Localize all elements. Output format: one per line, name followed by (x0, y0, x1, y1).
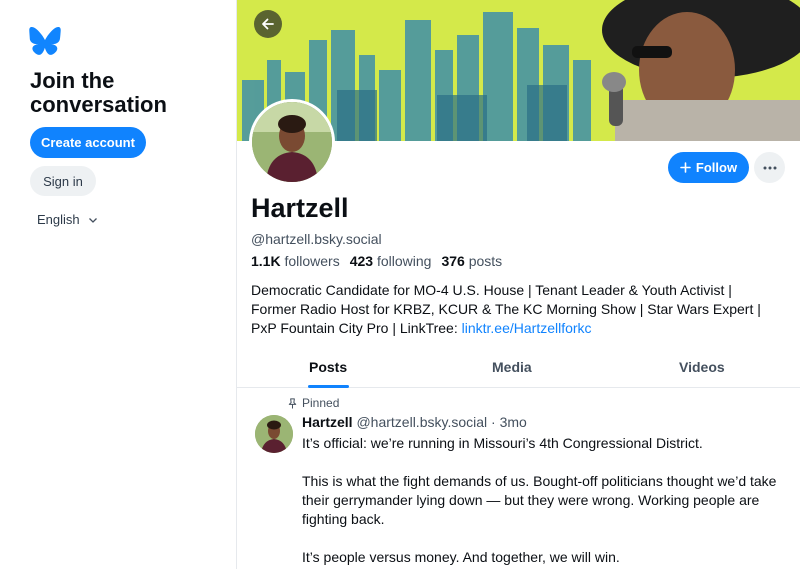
profile-avatar[interactable] (249, 99, 335, 185)
arrow-left-icon (262, 18, 274, 30)
language-selector[interactable]: English (37, 212, 98, 227)
following-label: following (376, 253, 432, 269)
profile-display-name: Hartzell (251, 193, 349, 223)
bio-line: Democratic Candidate for MO-4 U.S. House… (251, 282, 732, 298)
following-stat[interactable]: 423 following (350, 253, 432, 269)
plus-icon (680, 162, 691, 173)
post-header: Hartzell @hartzell.bsky.social · 3mo (302, 414, 527, 430)
active-tab-indicator (308, 385, 349, 388)
chevron-down-icon (88, 217, 97, 223)
tab-videos[interactable]: Videos (679, 359, 725, 375)
sign-in-button[interactable]: Sign in (30, 166, 96, 196)
ellipsis-icon (763, 166, 776, 169)
back-button[interactable] (254, 10, 282, 38)
profile-main: Follow Hartzell @hartzell.bsky.social 1.… (237, 0, 800, 569)
linktree-link[interactable]: linktr.ee/Hartzellforkc (462, 320, 592, 336)
profile-stats: 1.1K followers 423 following 376 posts (251, 253, 502, 269)
tab-posts[interactable]: Posts (309, 359, 347, 375)
bio-text: PxP Fountain City Pro | LinkTree: (251, 320, 462, 336)
pinned-post[interactable]: Pinned Hartzell @hartzell.bsky.social · … (237, 389, 800, 569)
post-avatar[interactable] (255, 415, 293, 453)
profile-tabs: Posts Media Videos (237, 350, 800, 388)
bio-line: Former Radio Host for KRBZ, KCUR & The K… (251, 301, 761, 317)
language-label: English (37, 212, 80, 227)
post-avatar-image (255, 415, 293, 453)
followers-count: 1.1K (251, 253, 281, 269)
pinned-indicator: Pinned (287, 396, 339, 410)
following-count: 423 (349, 253, 374, 269)
join-title: Join the conversation (30, 68, 167, 117)
profile-handle: @hartzell.bsky.social (251, 231, 382, 247)
profile-bio: Democratic Candidate for MO-4 U.S. House… (251, 281, 796, 338)
followers-label: followers (284, 253, 340, 269)
tab-media[interactable]: Media (492, 359, 532, 375)
follow-label: Follow (695, 160, 738, 175)
bio-line: PxP Fountain City Pro | LinkTree: linktr… (251, 319, 796, 338)
follow-button[interactable]: Follow (668, 152, 749, 183)
posts-stat: 376 posts (441, 253, 502, 269)
post-body: It’s official: we’re running in Missouri… (302, 434, 787, 569)
post-paragraph: This is what the fight demands of us. Bo… (302, 473, 777, 527)
post-author[interactable]: Hartzell (302, 414, 353, 430)
posts-label: posts (468, 253, 503, 269)
followers-stat[interactable]: 1.1K followers (251, 253, 340, 269)
butterfly-logo-icon[interactable] (29, 27, 61, 55)
create-account-button[interactable]: Create account (30, 127, 146, 158)
sidebar: Join the conversation Create account Sig… (0, 0, 236, 569)
avatar-image (252, 102, 332, 182)
posts-count: 376 (441, 253, 465, 269)
post-handle-time: @hartzell.bsky.social · 3mo (356, 414, 527, 430)
pinned-label: Pinned (302, 396, 340, 410)
post-paragraph: It’s official: we’re running in Missouri… (302, 435, 703, 451)
more-options-button[interactable] (754, 152, 785, 183)
post-paragraph: It’s people versus money. And together, … (302, 549, 620, 565)
pin-icon (288, 397, 297, 409)
